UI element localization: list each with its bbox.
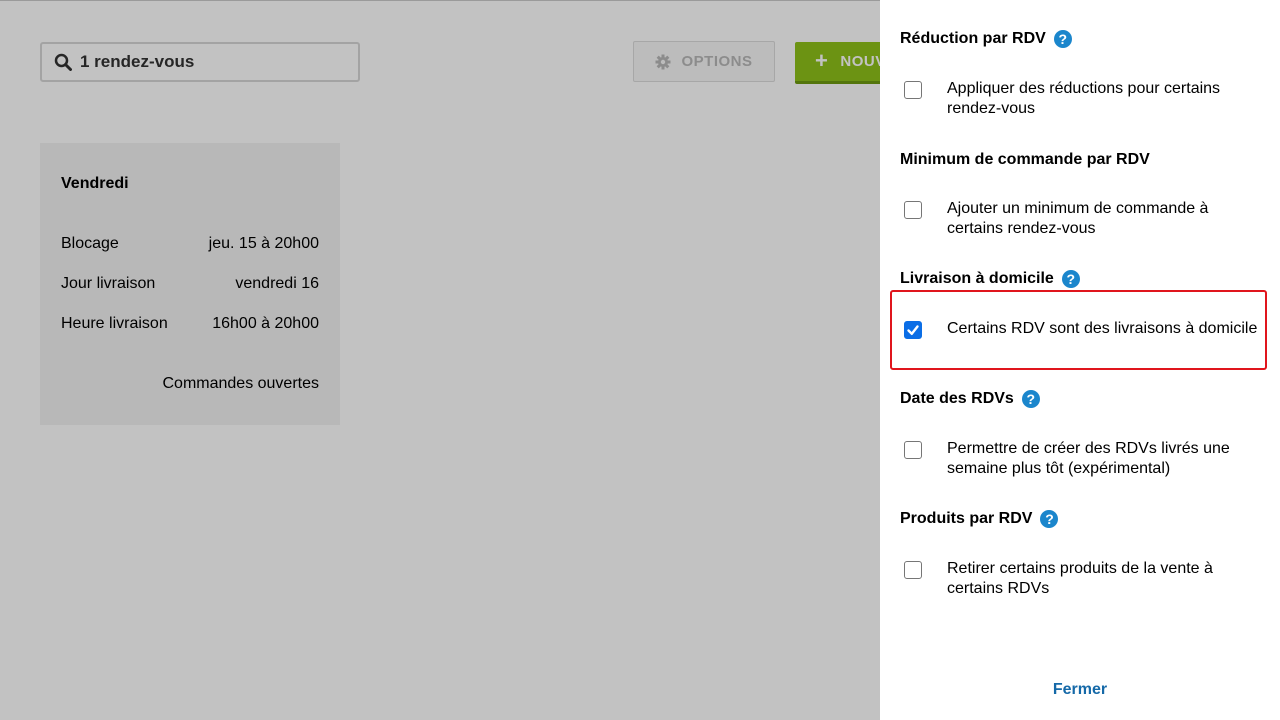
checkmark-icon (907, 325, 919, 336)
option-date[interactable]: Permettre de créer des RDVs livrés une s… (904, 439, 1270, 479)
close-button[interactable]: Fermer (880, 681, 1280, 699)
option-label: Ajouter un minimum de commande à certain… (947, 200, 1209, 237)
options-side-panel: Réduction par RDV ? Appliquer des réduct… (880, 0, 1280, 720)
section-title-minimum: Minimum de commande par RDV (900, 151, 1150, 169)
option-products[interactable]: Retirer certains produits de la vente à … (904, 559, 1270, 599)
option-label: Appliquer des réductions pour certains r… (947, 80, 1221, 117)
section-title-text: Minimum de commande par RDV (900, 151, 1150, 168)
section-title-text: Livraison à domicile (900, 270, 1054, 287)
help-icon[interactable]: ? (1040, 510, 1059, 528)
help-icon[interactable]: ? (1021, 390, 1040, 408)
section-title-text: Date des RDVs (900, 390, 1014, 407)
section-title-home-delivery: Livraison à domicile ? (900, 270, 1080, 288)
help-icon[interactable]: ? (1061, 270, 1080, 288)
modal-backdrop[interactable] (0, 0, 880, 720)
checkbox-home-delivery[interactable] (904, 321, 922, 339)
checkbox-products[interactable] (904, 561, 922, 579)
checkbox-minimum[interactable] (904, 201, 922, 219)
option-label: Retirer certains produits de la vente à … (947, 560, 1213, 597)
section-title-products: Produits par RDV ? (900, 510, 1059, 528)
section-title-text: Réduction par RDV (900, 30, 1046, 47)
option-label: Certains RDV sont des livraisons à domic… (947, 320, 1258, 337)
section-title-date: Date des RDVs ? (900, 390, 1040, 408)
checkbox-date[interactable] (904, 441, 922, 459)
option-home-delivery[interactable]: Certains RDV sont des livraisons à domic… (904, 319, 1270, 339)
checkbox-reduction[interactable] (904, 81, 922, 99)
option-reduction[interactable]: Appliquer des réductions pour certains r… (904, 79, 1270, 119)
option-minimum[interactable]: Ajouter un minimum de commande à certain… (904, 199, 1270, 239)
help-icon[interactable]: ? (1053, 30, 1072, 48)
option-label: Permettre de créer des RDVs livrés une s… (947, 440, 1230, 477)
section-title-text: Produits par RDV (900, 510, 1033, 527)
section-title-reduction: Réduction par RDV ? (900, 30, 1072, 48)
